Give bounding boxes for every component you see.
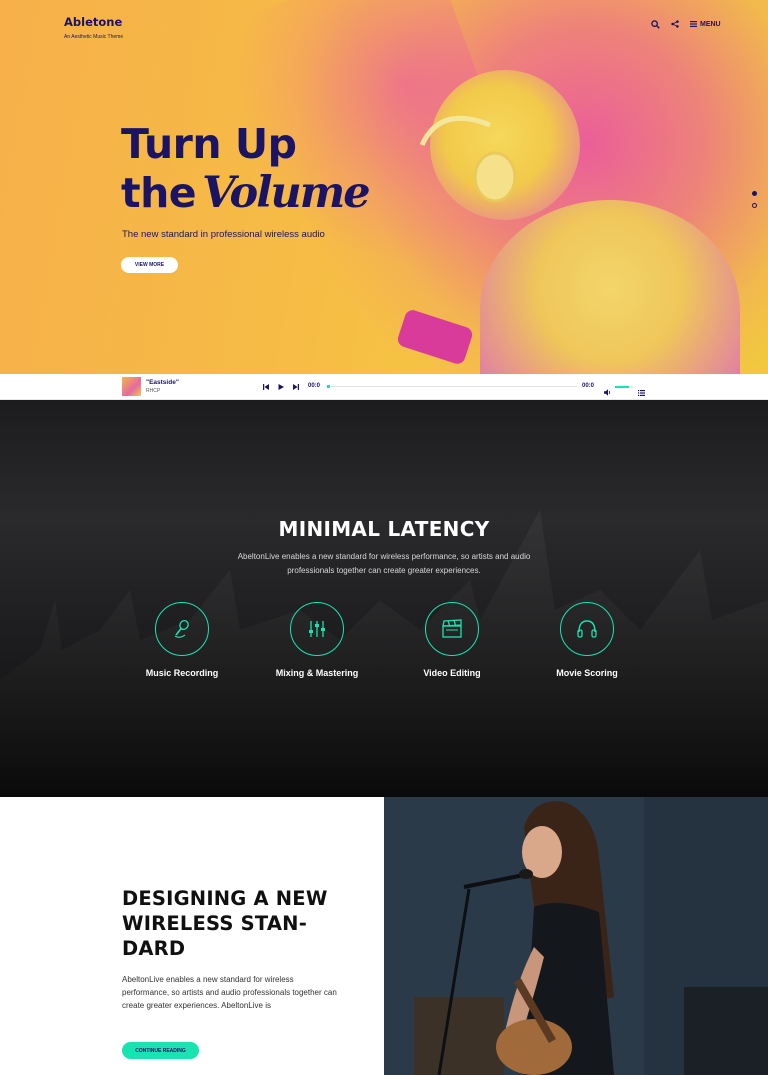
about-title-line: DESIGNING A NEW	[122, 887, 328, 910]
menu-label: MENU	[700, 20, 721, 28]
continue-reading-button[interactable]: CONTINUE READING	[122, 1042, 199, 1059]
volume-icon[interactable]	[604, 383, 612, 396]
headphones-graphic	[419, 115, 517, 203]
previous-icon[interactable]	[262, 383, 270, 391]
search-icon[interactable]	[650, 19, 660, 29]
hamburger-icon	[690, 21, 697, 27]
menu-button[interactable]: MENU	[690, 21, 721, 28]
hero-title-script: Volume	[202, 168, 371, 218]
service-label: Music Recording	[145, 668, 219, 678]
sliders-icon	[290, 602, 344, 656]
next-icon[interactable]	[292, 383, 300, 391]
slider-pagination	[752, 191, 757, 208]
singer-illustration	[384, 797, 768, 1075]
features-title: MINIMAL LATENCY	[278, 517, 490, 541]
volume-fill	[615, 386, 630, 388]
share-icon[interactable]	[670, 19, 680, 29]
slider-dot-2[interactable]	[752, 203, 757, 208]
service-music-recording[interactable]: Music Recording	[127, 602, 237, 678]
service-video-editing[interactable]: Video Editing	[397, 602, 507, 678]
service-movie-scoring[interactable]: Movie Scoring	[532, 602, 642, 678]
features-description: AbeltonLive enables a new standard for w…	[237, 552, 531, 575]
service-mixing-mastering[interactable]: Mixing & Mastering	[262, 602, 372, 678]
service-label: Movie Scoring	[556, 668, 618, 678]
progress-bar[interactable]	[327, 385, 577, 388]
hero-title-line1: Turn Up	[121, 120, 297, 168]
time-current: 00:0	[308, 383, 321, 389]
hero-section: Abletone An Aesthetic Music Theme MENU T…	[0, 0, 768, 374]
volume-slider[interactable]	[615, 386, 633, 388]
service-label: Video Editing	[423, 668, 481, 678]
hero-title-word: the	[121, 169, 197, 217]
about-title-line: WIRELESS STAN-	[122, 912, 307, 935]
site-logo[interactable]: Abletone An Aesthetic Music Theme	[64, 15, 123, 40]
hero-title-line2: the Volume	[121, 168, 371, 218]
track-title: "Eastside"	[146, 379, 179, 386]
microphone-icon	[155, 602, 209, 656]
about-title-line: DARD	[122, 937, 186, 960]
headphones-icon	[560, 602, 614, 656]
progress-fill	[327, 385, 330, 388]
about-description: AbeltonLive enables a new standard for w…	[122, 975, 337, 1010]
site-tagline: An Aesthetic Music Theme	[64, 34, 124, 40]
header-actions: MENU	[650, 19, 721, 29]
features-section	[0, 400, 768, 797]
hero-subtitle: The new standard in professional wireles…	[122, 229, 325, 240]
audio-player: "Eastside" RHCP 00:0 00:0	[0, 374, 768, 400]
playlist-icon[interactable]	[638, 383, 646, 396]
play-icon[interactable]	[277, 383, 285, 391]
hero-title: Turn Up the Volume	[121, 120, 371, 218]
time-total: 00:0	[582, 383, 595, 389]
slider-dot-1[interactable]	[752, 191, 757, 196]
site-title[interactable]: Abletone	[64, 15, 123, 29]
view-more-button[interactable]: VIEW MORE	[121, 257, 178, 273]
album-art	[122, 377, 141, 396]
clapperboard-icon	[425, 602, 479, 656]
singer-photo	[384, 797, 768, 1075]
service-label: Mixing & Mastering	[275, 668, 359, 678]
about-title: DESIGNING A NEW WIRELESS STAN- DARD	[122, 886, 362, 961]
track-artist: RHCP	[146, 388, 161, 394]
